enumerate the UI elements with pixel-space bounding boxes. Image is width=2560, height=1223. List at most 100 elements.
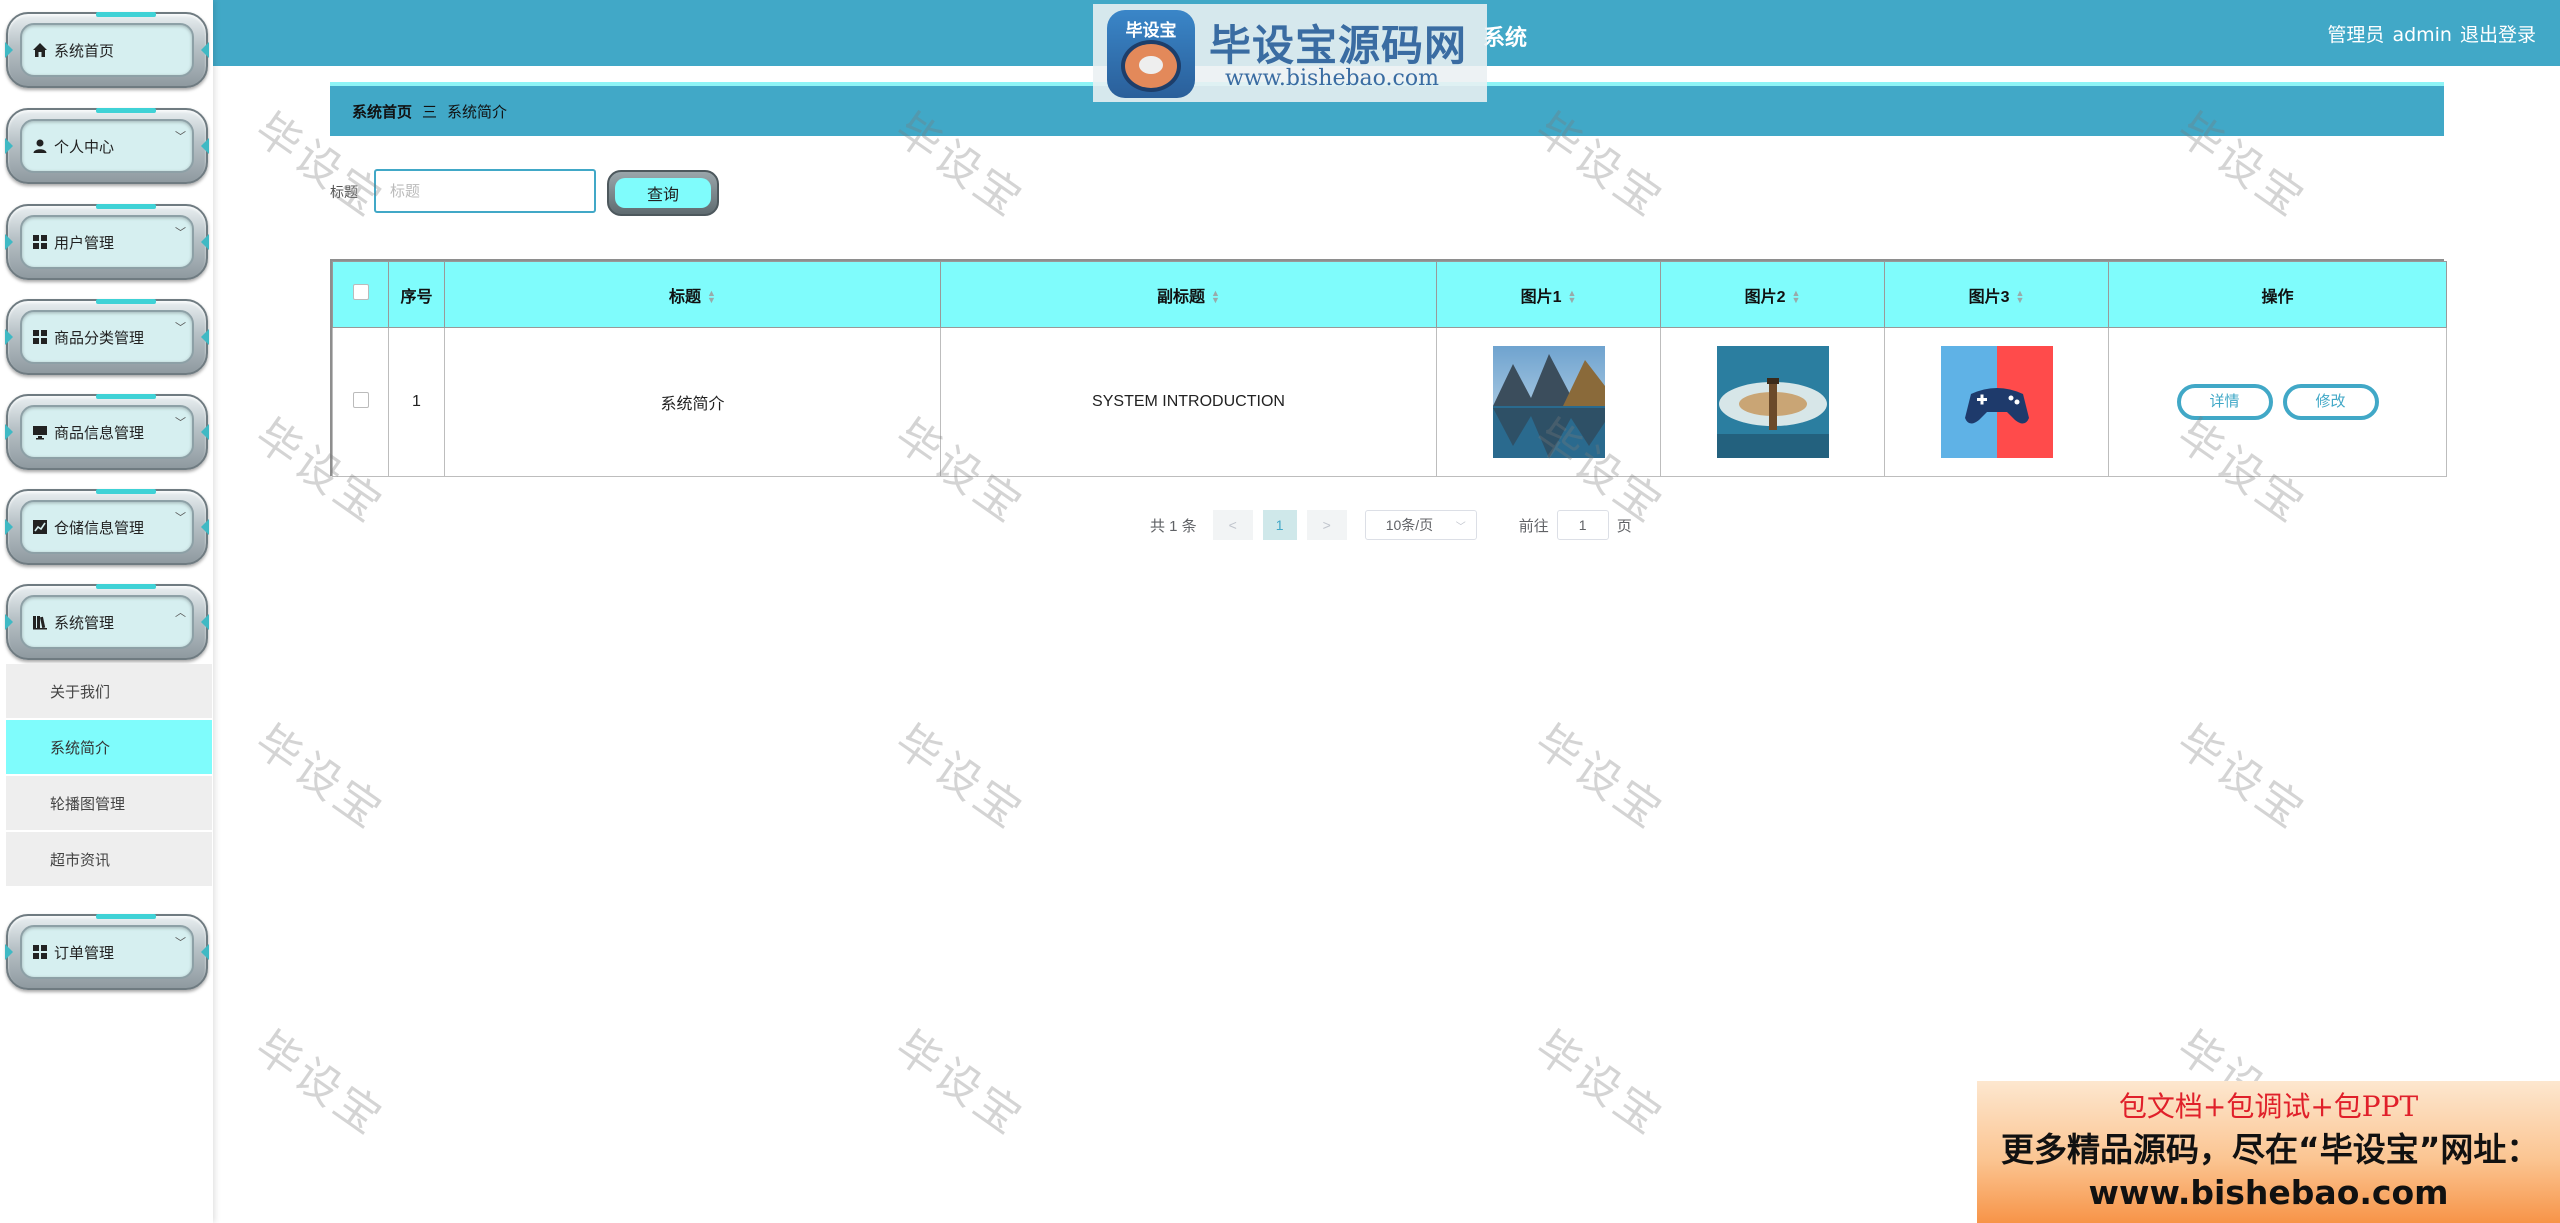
row-subtitle: SYSTEM INTRODUCTION	[940, 327, 1437, 477]
watermark-text: 毕设宝	[885, 1021, 1034, 1146]
sidebar-item-storage-info[interactable]: 仓储信息管理 ﹀	[5, 489, 209, 565]
table-header-row: 序号 标题 ▲ ▼ 副标题 ▲ ▼ 图片1 ▲ ▼ 图片2 ▲ ▼ 图片3 ▲ ▼ 操作	[332, 261, 2447, 328]
page-size-select[interactable]: 10条/页 ﹀	[1364, 510, 1477, 540]
user-name: admin	[2392, 24, 2452, 46]
submenu-item-about-us[interactable]: 关于我们	[6, 664, 212, 720]
chevron-down-icon: ﹀	[175, 511, 186, 524]
page-number-current[interactable]: 1	[1262, 510, 1297, 540]
sidebar-item-product-info[interactable]: 商品信息管理 ﹀	[5, 394, 209, 470]
sidebar-item-label: 商品信息管理	[54, 423, 145, 442]
sort-icon[interactable]: ▲ ▼	[1211, 289, 1220, 305]
watermark-text: 毕设宝	[885, 715, 1034, 840]
library-icon	[32, 614, 48, 630]
chevron-down-icon: ﹀	[175, 226, 186, 239]
submenu-item-carousel-management[interactable]: 轮播图管理	[6, 776, 212, 832]
logo-badge-text: 毕设宝	[1125, 21, 1177, 41]
breadcrumb-home[interactable]: 系统首页	[352, 101, 412, 122]
watermark-text: 毕设宝	[1525, 715, 1674, 840]
submenu-item-supermarket-news[interactable]: 超市资讯	[6, 832, 212, 888]
sort-icon[interactable]: ▲ ▼	[1791, 289, 1800, 305]
row-actions-cell: 详情 修改	[2108, 327, 2447, 477]
chart-icon	[32, 519, 48, 535]
row-select-cell	[332, 327, 389, 477]
grid-icon	[32, 944, 48, 960]
sidebar-item-label: 用户管理	[54, 233, 115, 252]
ad-line-services: 包文档+包调试+包PPT	[2118, 1090, 2419, 1123]
user-role: 管理员	[2327, 24, 2385, 46]
user-icon	[32, 138, 48, 154]
sidebar: 系统首页 个人中心 ﹀ 用户管理 ﹀ 商品分类管理 ﹀ 商品信息管理 ﹀ 仓储信…	[0, 0, 213, 1223]
app-title: 系统	[1483, 26, 1528, 51]
goto-page-input[interactable]	[1556, 510, 1609, 540]
pagination: 共 1 条 < 1 > 10条/页﹀ 前往 页	[1150, 509, 1632, 541]
sidebar-item-personal-center[interactable]: 个人中心 ﹀	[5, 108, 209, 184]
watermark-text: 毕设宝	[1525, 1021, 1674, 1146]
sidebar-item-user-management[interactable]: 用户管理 ﹀	[5, 204, 209, 280]
sort-icon[interactable]: ▲ ▼	[2015, 289, 2024, 305]
sidebar-item-label: 仓储信息管理	[54, 518, 145, 537]
watermark-text: 毕设宝	[245, 1021, 394, 1146]
search-label: 标题	[330, 185, 358, 201]
chevron-up-icon: ︿	[175, 606, 186, 619]
column-header-subtitle[interactable]: 副标题 ▲ ▼	[940, 261, 1437, 328]
row-image3-cell	[1884, 327, 2109, 477]
sidebar-item-category-management[interactable]: 商品分类管理 ﹀	[5, 299, 209, 375]
chevron-down-icon: ﹀	[175, 321, 186, 334]
home-icon	[32, 42, 48, 58]
breadcrumb-current: 系统简介	[447, 102, 508, 121]
sidebar-item-label: 商品分类管理	[54, 328, 145, 347]
sidebar-item-label: 个人中心	[54, 137, 115, 156]
sort-icon[interactable]: ▲ ▼	[1567, 289, 1576, 305]
logo-main-text: 毕设宝源码网	[1209, 21, 1468, 70]
row-image1-cell	[1436, 327, 1661, 477]
column-header-index: 序号	[388, 261, 445, 328]
sidebar-item-order-management[interactable]: 订单管理 ﹀	[5, 914, 209, 990]
select-all-cell	[332, 261, 389, 328]
column-header-image2[interactable]: 图片2 ▲ ▼	[1660, 261, 1885, 328]
row-checkbox[interactable]	[352, 391, 369, 408]
data-table: 序号 标题 ▲ ▼ 副标题 ▲ ▼ 图片1 ▲ ▼ 图片2 ▲ ▼ 图片3 ▲ ▼ 操作 1 系统简…	[330, 259, 2447, 477]
pagination-total: 共 1 条	[1150, 517, 1197, 535]
ad-line-url: www.bishebao.com	[2088, 1173, 2449, 1212]
sidebar-item-label: 系统首页	[54, 41, 115, 60]
chevron-down-icon: ﹀	[175, 416, 186, 429]
next-page-button[interactable]: >	[1306, 510, 1347, 540]
table-row: 1 系统简介 SYSTEM INTRODUCTION 详情 修改	[332, 327, 2447, 477]
detail-button[interactable]: 详情	[2176, 384, 2273, 420]
lighthouse-image[interactable]	[1716, 346, 1829, 458]
column-header-title[interactable]: 标题 ▲ ▼	[444, 261, 941, 328]
column-header-image1[interactable]: 图片1 ▲ ▼	[1436, 261, 1661, 328]
goto-prefix: 前往	[1518, 517, 1549, 535]
gamepad-image[interactable]	[1940, 346, 2053, 458]
row-image2-cell	[1660, 327, 1885, 477]
search-button[interactable]: 查询	[607, 170, 719, 216]
sidebar-item-label: 订单管理	[54, 943, 115, 962]
sort-icon[interactable]: ▲ ▼	[707, 289, 716, 305]
select-all-checkbox[interactable]	[352, 284, 369, 300]
submenu-item-system-intro[interactable]: 系统简介	[6, 720, 212, 776]
sidebar-item-home[interactable]: 系统首页	[5, 12, 209, 88]
logout-link[interactable]: 退出登录	[2460, 24, 2536, 46]
column-header-image3[interactable]: 图片3 ▲ ▼	[1884, 261, 2109, 328]
watermark-text: 毕设宝	[245, 715, 394, 840]
search-button-label: 查询	[615, 178, 711, 208]
watermark-text: 毕设宝	[2167, 715, 2316, 840]
ad-banner[interactable]: 包文档+包调试+包PPT 更多精品源码，尽在“毕设宝”网址： www.bishe…	[1977, 1081, 2560, 1223]
title-search-input[interactable]	[374, 169, 596, 213]
user-area: 管理员 admin 退出登录	[2319, 20, 2536, 47]
mountain-lake-image[interactable]	[1492, 346, 1605, 458]
edit-button[interactable]: 修改	[2282, 384, 2379, 420]
chevron-down-icon: ﹀	[175, 130, 186, 143]
logo-badge-icon: 毕设宝	[1107, 10, 1195, 98]
chevron-down-icon: ﹀	[1455, 521, 1466, 533]
row-index: 1	[388, 327, 445, 477]
sidebar-item-system-management[interactable]: 系统管理 ︿	[5, 584, 209, 660]
goto-suffix: 页	[1616, 517, 1632, 535]
grid-icon	[32, 329, 48, 345]
prev-page-button[interactable]: <	[1212, 510, 1253, 540]
monitor-icon	[32, 424, 48, 440]
sidebar-item-label: 系统管理	[54, 613, 115, 632]
logo-url-text: www.bishebao.com	[1225, 66, 1439, 91]
row-title: 系统简介	[444, 327, 941, 477]
site-logo-watermark: 毕设宝 毕设宝源码网 www.bishebao.com	[1093, 4, 1487, 102]
